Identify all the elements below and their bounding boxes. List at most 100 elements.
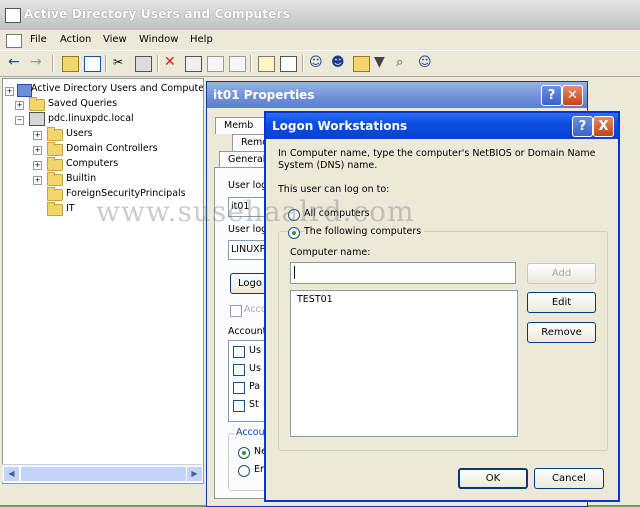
edit-button[interactable]: Edit	[527, 292, 596, 313]
add-to-group-icon[interactable]: ☺	[418, 56, 433, 70]
computers-list[interactable]: TEST01	[290, 290, 518, 437]
menu-bar: File Action View Window Help	[0, 31, 640, 49]
expand-toggle[interactable]: +	[33, 131, 42, 140]
tree-root-label[interactable]: Active Directory Users and Computer	[31, 82, 203, 96]
mmc-title-bar[interactable]: Active Directory Users and Computers	[0, 0, 640, 30]
menu-view[interactable]: View	[103, 34, 127, 45]
can-logon-label: This user can log on to:	[278, 184, 390, 195]
option-checkbox[interactable]	[233, 364, 245, 376]
aduc-root-icon	[17, 84, 32, 97]
saved-queries-folder-icon	[29, 97, 45, 111]
add-button[interactable]: Add	[527, 263, 596, 284]
account-options-label: Account	[228, 326, 267, 337]
forward-arrow-icon[interactable]: →	[30, 55, 45, 70]
export-list-icon[interactable]	[229, 56, 246, 72]
properties-help-button[interactable]: ?	[541, 85, 562, 106]
tree-item-users[interactable]: Users	[66, 127, 93, 141]
account-locked-checkbox[interactable]	[230, 305, 242, 317]
logon-workstations-dialog: Logon Workstations ? X In Computer name,…	[264, 111, 620, 502]
watermark: www.susehaalrd.com	[96, 195, 415, 228]
domain-icon	[29, 112, 45, 126]
scrollbar-thumb[interactable]	[20, 466, 187, 482]
menu-window[interactable]: Window	[139, 34, 178, 45]
properties-icon[interactable]	[185, 56, 202, 72]
computer-name-label: Computer name:	[290, 247, 371, 258]
expires-end-radio[interactable]	[238, 465, 250, 477]
it-ou-icon	[47, 202, 63, 216]
mmc-menu-icon[interactable]	[6, 34, 22, 48]
new-group-icon[interactable]: ☻	[331, 56, 346, 70]
scroll-left-icon[interactable]: ◀	[3, 466, 20, 482]
new-ou-icon[interactable]	[353, 56, 370, 72]
text-caret	[294, 266, 295, 279]
builtin-folder-icon	[47, 172, 63, 186]
mmc-window-title: Active Directory Users and Computers	[24, 7, 291, 21]
menu-file[interactable]: File	[30, 34, 47, 45]
help-icon[interactable]	[258, 56, 275, 72]
remove-button[interactable]: Remove	[527, 322, 596, 343]
ok-button[interactable]: OK	[458, 468, 528, 489]
dialog-help-button[interactable]: ?	[572, 116, 593, 137]
find-icon[interactable]: ⌕	[396, 56, 411, 70]
domain-controllers-ou-icon	[47, 142, 63, 156]
computers-folder-icon	[47, 157, 63, 171]
option-label: Us	[249, 363, 261, 374]
dialog-description: In Computer name, type the computer's Ne…	[278, 148, 596, 171]
properties-title: it01 Properties	[213, 88, 315, 102]
toolbar-separator	[105, 55, 107, 72]
tree-item-saved-queries[interactable]: Saved Queries	[48, 97, 117, 111]
paste-icon[interactable]	[135, 56, 152, 72]
tree-item-domain-controllers[interactable]: Domain Controllers	[66, 142, 158, 156]
option-label: Us	[249, 345, 261, 356]
account-expires-label: Accou	[234, 427, 267, 438]
option-checkbox[interactable]	[233, 346, 245, 358]
expand-toggle[interactable]: +	[33, 161, 42, 170]
users-folder-icon	[47, 127, 63, 141]
properties-close-button[interactable]: ✕	[562, 85, 583, 106]
up-folder-icon[interactable]	[62, 56, 79, 72]
logon-workstations-title: Logon Workstations	[272, 119, 408, 133]
back-arrow-icon[interactable]: ←	[8, 55, 23, 70]
list-item[interactable]: TEST01	[297, 294, 333, 305]
collapse-toggle[interactable]: −	[15, 116, 24, 125]
show-hide-tree-icon[interactable]	[84, 56, 101, 72]
toolbar-separator	[157, 55, 159, 72]
cut-icon[interactable]: ✂	[113, 56, 128, 70]
tree-horizontal-scrollbar[interactable]: ◀ ▶	[2, 464, 203, 482]
expand-toggle[interactable]: +	[15, 101, 24, 110]
tree-item-builtin[interactable]: Builtin	[66, 172, 96, 186]
expand-toggle[interactable]: +	[5, 87, 14, 96]
delete-icon[interactable]: ✕	[164, 55, 179, 70]
expires-never-radio[interactable]	[238, 447, 250, 459]
tree-item-computers[interactable]: Computers	[66, 157, 118, 171]
toolbar-separator	[52, 55, 54, 72]
mmc-app-icon	[5, 8, 21, 23]
scroll-right-icon[interactable]: ▶	[186, 466, 203, 482]
menu-help[interactable]: Help	[190, 34, 213, 45]
option-checkbox[interactable]	[233, 382, 245, 394]
expand-toggle[interactable]: +	[33, 176, 42, 185]
user-logon-label: User log	[228, 180, 268, 191]
logon-workstations-title-bar[interactable]: Logon Workstations ? X	[266, 113, 618, 139]
cancel-button[interactable]: Cancel	[534, 468, 604, 489]
refresh-icon[interactable]	[207, 56, 224, 72]
foreign-principals-folder-icon	[47, 187, 63, 201]
menu-action[interactable]: Action	[60, 34, 91, 45]
new-user-icon[interactable]: ☺	[309, 56, 324, 70]
dialog-close-button[interactable]: X	[593, 116, 614, 137]
toolbar-separator	[302, 55, 304, 72]
filter-icon[interactable]: ▼	[374, 55, 389, 70]
option-label: Pa	[249, 381, 261, 392]
console-icon[interactable]	[280, 56, 297, 72]
following-computers-radio[interactable]	[288, 227, 300, 239]
option-label: St	[249, 399, 259, 410]
computer-name-input[interactable]	[290, 262, 516, 284]
option-checkbox[interactable]	[233, 400, 245, 412]
console-tree: + Active Directory Users and Computer + …	[2, 78, 204, 484]
toolbar: ← → ✂ ✕ ☺ ☻ ▼ ⌕ ☺	[0, 50, 640, 77]
properties-title-bar[interactable]: it01 Properties ? ✕	[207, 82, 587, 108]
toolbar-separator	[250, 55, 252, 72]
tree-item-it[interactable]: IT	[66, 202, 75, 216]
expand-toggle[interactable]: +	[33, 146, 42, 155]
tree-item-domain[interactable]: pdc.linuxpdc.local	[48, 112, 134, 126]
